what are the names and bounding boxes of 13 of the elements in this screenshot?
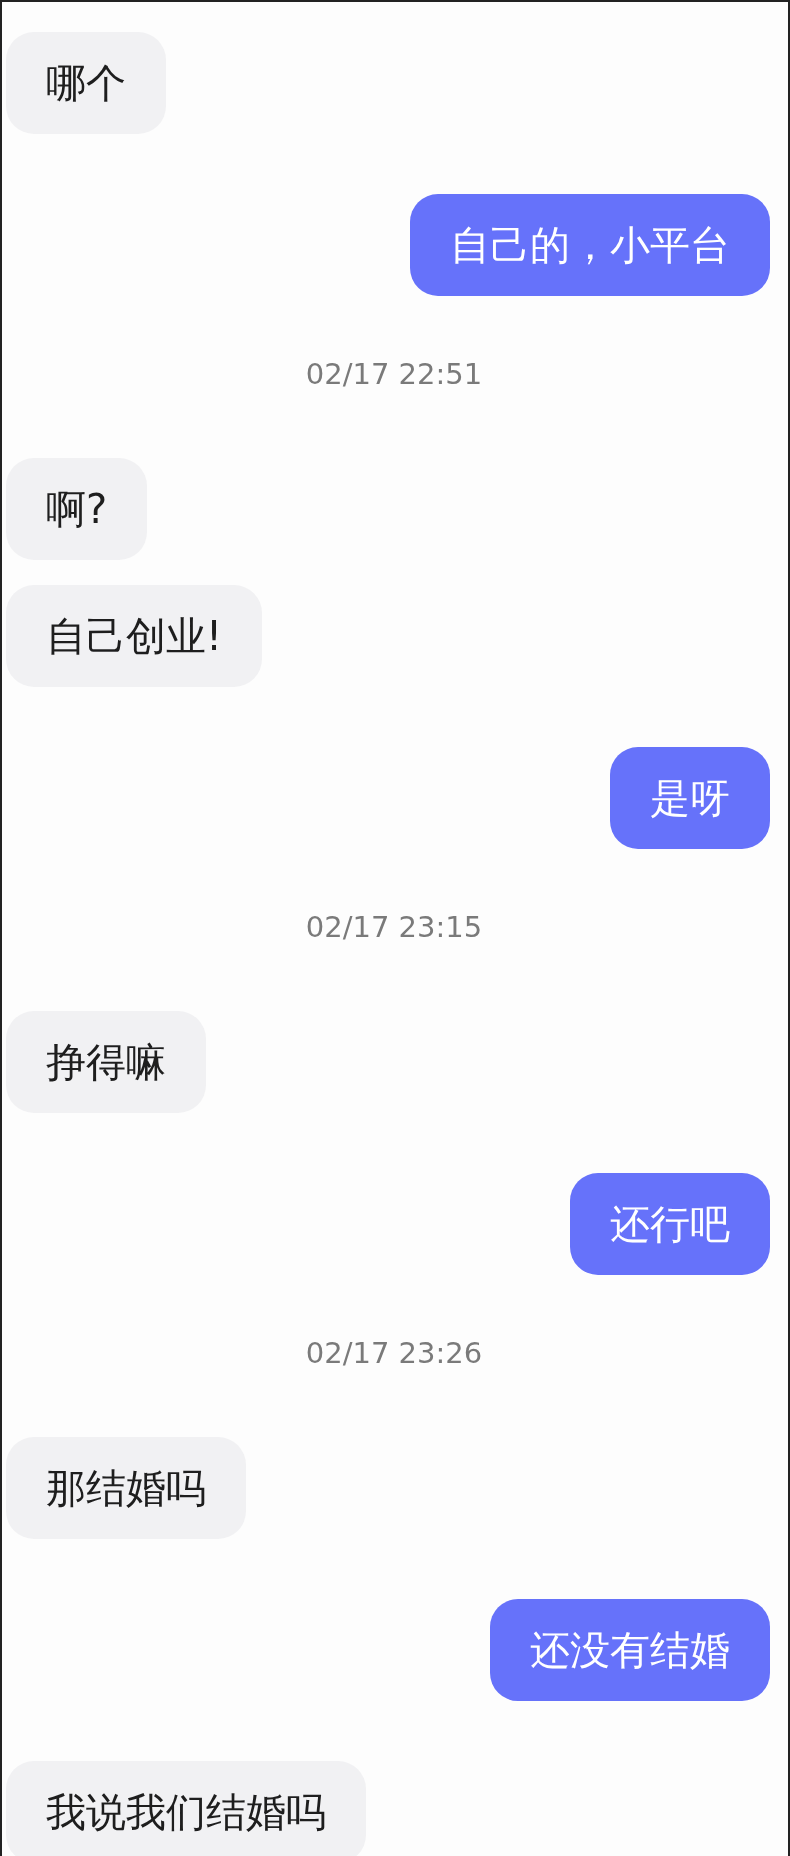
message-timestamp: 02/17 23:15 [305, 910, 483, 944]
message-bubble: 啊? [6, 458, 148, 560]
message-bubble: 还行吧 [570, 1173, 770, 1275]
message-bubble: 自己创业! [6, 585, 263, 687]
message-timestamp: 02/17 22:51 [305, 357, 483, 391]
message-bubble: 自己的，小平台 [410, 194, 770, 296]
message-timestamp: 02/17 23:26 [305, 1336, 483, 1370]
message-bubble: 我说我们结婚吗 [6, 1761, 366, 1856]
message-bubble: 还没有结婚 [490, 1599, 770, 1701]
message-bubble: 是呀 [610, 747, 770, 849]
message-bubble: 那结婚吗 [6, 1437, 246, 1539]
message-bubble: 挣得嘛 [6, 1011, 206, 1113]
message-bubble: 哪个 [6, 32, 166, 134]
